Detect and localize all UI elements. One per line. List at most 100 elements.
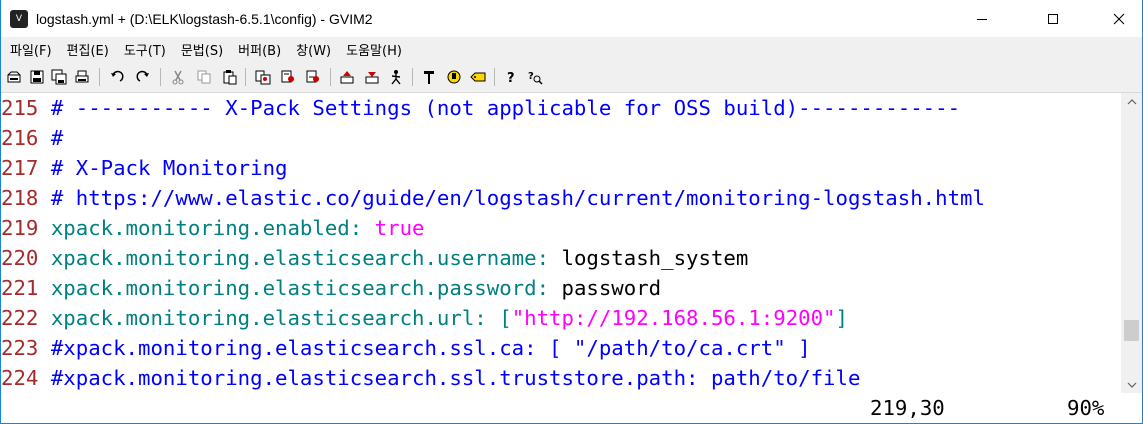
code-comment: #xpack.monitoring.elasticsearch.ssl.trus… [38, 366, 861, 390]
line-number: 218 [1, 186, 39, 210]
minimize-icon [977, 18, 987, 20]
print-icon [75, 70, 89, 83]
redo-icon [136, 70, 149, 82]
find-prev-button[interactable] [304, 67, 324, 87]
chevron-down-icon [1127, 382, 1136, 388]
line-number: 223 [1, 336, 39, 360]
tag-jump-icon [470, 72, 486, 82]
load-session-button[interactable] [337, 67, 357, 87]
save-session-button[interactable] [362, 67, 382, 87]
svg-text:?: ? [528, 71, 534, 82]
menu-buffers[interactable]: 버퍼(B) [230, 40, 288, 59]
code-bool: true [362, 216, 425, 240]
code-comment: #xpack.monitoring.elasticsearch.ssl.ca: … [38, 336, 811, 360]
code-key: xpack.monitoring.elasticsearch.username: [38, 246, 550, 270]
code-line[interactable]: 217 # X-Pack Monitoring [1, 153, 287, 183]
find-next-button[interactable] [279, 67, 299, 87]
find-help-icon: ? [528, 71, 543, 85]
window-title: logstash.yml + (D:\ELK\logstash-6.5.1\co… [36, 10, 373, 27]
code-str: "http://192.168.56.1:9200" [511, 306, 836, 330]
help-icon: ? [507, 71, 515, 85]
undo-button[interactable] [107, 67, 127, 87]
tag-jump-button[interactable] [468, 67, 488, 87]
scroll-thumb[interactable] [1124, 320, 1139, 341]
make-button[interactable] [419, 67, 439, 87]
code-key: ] [835, 306, 848, 330]
find-replace-icon [255, 70, 271, 85]
title-bar[interactable]: V logstash.yml + (D:\ELK\logstash-6.5.1\… [1, 0, 1142, 37]
print-button[interactable] [72, 67, 92, 87]
toolbar-separator [99, 68, 100, 86]
code-line[interactable]: 223 #xpack.monitoring.elasticsearch.ssl.… [1, 333, 811, 363]
toolbar-separator [494, 68, 495, 86]
minimize-button[interactable] [959, 0, 1005, 37]
run-ctags-icon [447, 70, 461, 84]
toolbar-separator [245, 68, 246, 86]
menu-tools[interactable]: 도구(T) [116, 40, 173, 59]
scroll-up-button[interactable] [1121, 93, 1142, 110]
run-ctags-button[interactable] [444, 67, 464, 87]
menu-edit[interactable]: 편집(E) [59, 40, 116, 59]
code-plain: password [549, 276, 662, 300]
code-comment: # https://www.elastic.co/guide/en/logsta… [38, 186, 985, 210]
code-line[interactable]: 221 xpack.monitoring.elasticsearch.passw… [1, 273, 661, 303]
line-number: 219 [1, 216, 39, 240]
menu-window[interactable]: 창(W) [288, 40, 338, 59]
copy-icon [197, 70, 211, 84]
code-line[interactable]: 219 xpack.monitoring.enabled: true [1, 213, 424, 243]
menu-syntax[interactable]: 문법(S) [173, 40, 230, 59]
code-key: [ [486, 306, 512, 330]
save-all-button[interactable] [49, 67, 69, 87]
line-number: 220 [1, 246, 39, 270]
redo-button[interactable] [133, 67, 153, 87]
code-comment: # ----------- X-Pack Settings (not appli… [38, 96, 961, 120]
run-script-icon [391, 70, 401, 85]
find-prev-icon [306, 70, 319, 83]
open-icon [7, 71, 21, 83]
vim-icon[interactable]: V [10, 9, 28, 28]
close-button[interactable] [1096, 0, 1142, 37]
code-line[interactable]: 222 xpack.monitoring.elasticsearch.url: … [1, 303, 848, 333]
code-key: xpack.monitoring.elasticsearch.url: [38, 306, 487, 330]
save-icon [30, 70, 44, 84]
save-session-icon [365, 72, 379, 84]
copy-button[interactable] [194, 67, 214, 87]
code-line[interactable]: 218 # https://www.elastic.co/guide/en/lo… [1, 183, 985, 213]
cursor-position: 219,30 [870, 396, 945, 420]
save-button[interactable] [27, 67, 47, 87]
paste-button[interactable] [220, 67, 240, 87]
gvim-window: V logstash.yml + (D:\ELK\logstash-6.5.1\… [0, 0, 1143, 424]
open-button[interactable] [4, 67, 24, 87]
line-number: 215 [1, 96, 39, 120]
editor-area[interactable]: 215 # ----------- X-Pack Settings (not a… [1, 93, 1121, 423]
code-key: xpack.monitoring.elasticsearch.password: [38, 276, 550, 300]
line-number: 217 [1, 156, 39, 180]
vertical-scrollbar[interactable] [1121, 93, 1142, 393]
cut-button[interactable] [168, 67, 188, 87]
code-comment: # X-Pack Monitoring [38, 156, 288, 180]
maximize-icon [1048, 13, 1058, 24]
code-line[interactable]: 215 # ----------- X-Pack Settings (not a… [1, 93, 960, 123]
find-next-icon [281, 70, 294, 83]
scroll-down-button[interactable] [1121, 376, 1142, 393]
toolbar: ? ? [1, 62, 1142, 93]
line-number: 224 [1, 366, 39, 390]
code-line[interactable]: 220 xpack.monitoring.elasticsearch.usern… [1, 243, 748, 273]
maximize-button[interactable] [1030, 0, 1076, 37]
chevron-up-icon [1127, 98, 1136, 104]
find-replace-button[interactable] [253, 67, 273, 87]
code-line[interactable]: 224 #xpack.monitoring.elasticsearch.ssl.… [1, 363, 860, 393]
toolbar-separator [412, 68, 413, 86]
paste-icon [223, 70, 237, 85]
menu-help[interactable]: 도움말(H) [338, 40, 409, 59]
code-comment: # [38, 126, 64, 150]
code-line[interactable]: 216 # [1, 123, 63, 153]
help-button[interactable]: ? [501, 67, 521, 87]
make-icon [424, 71, 434, 84]
menu-file[interactable]: 파일(F) [1, 40, 59, 59]
find-help-button[interactable]: ? [525, 67, 545, 87]
menu-bar: 파일(F) 편집(E) 도구(T) 문법(S) 버퍼(B) 창(W) 도움말(H… [1, 37, 1142, 62]
scroll-percent: 90% [1067, 396, 1105, 420]
run-script-button[interactable] [386, 67, 406, 87]
code-plain: logstash_system [549, 246, 749, 270]
